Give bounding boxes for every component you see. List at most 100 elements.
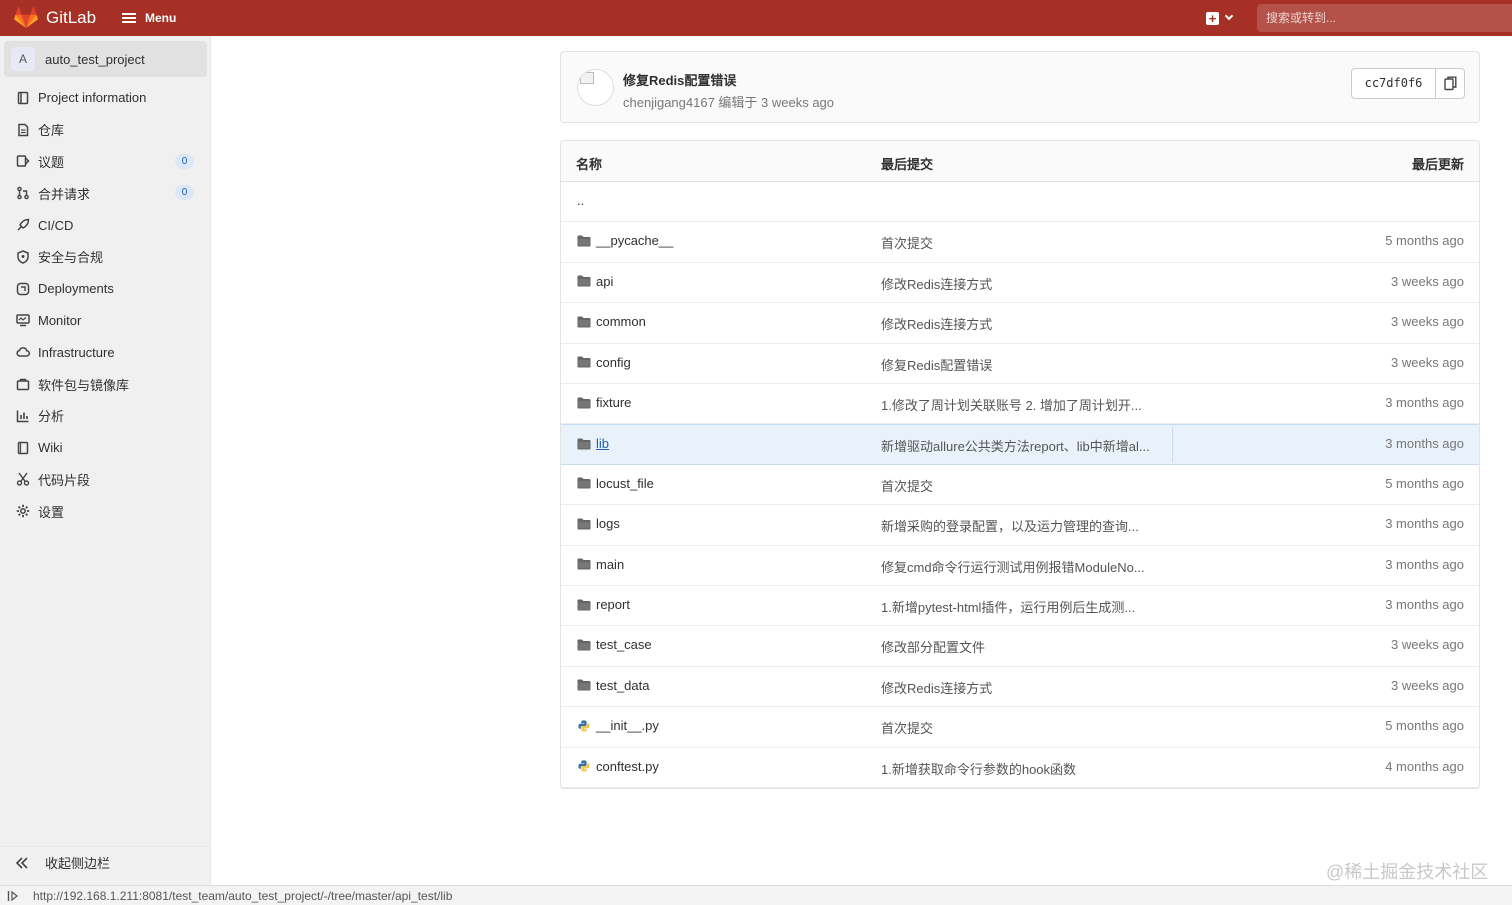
commit-sha-link[interactable]: cc7df0f6 [1352, 69, 1436, 98]
info-book-icon [16, 91, 30, 105]
last-commit-link[interactable]: 1.修改了周计划关联账号 2. 增加了周计划开... [881, 395, 1142, 414]
folder-icon [577, 397, 591, 408]
chevron-down-icon [1224, 11, 1234, 21]
parent-directory-link[interactable]: .. [577, 193, 584, 208]
sidebar-item-label: Wiki [38, 440, 63, 456]
sidebar-nav: Project information 仓库 议题 0 合并请求 0 CI/CD… [0, 82, 211, 527]
folder-link[interactable]: main [577, 557, 624, 572]
monitor-icon [16, 313, 30, 327]
sidebar-item-deployments[interactable]: Deployments [0, 273, 211, 305]
sidebar-item-label: 设置 [38, 504, 65, 520]
sidebar-item-issues[interactable]: 议题 0 [0, 146, 211, 178]
last-commit-link[interactable]: 首次提交 [881, 476, 933, 495]
table-row[interactable]: fixture 1.修改了周计划关联账号 2. 增加了周计划开... 3 month… [561, 384, 1479, 425]
plus-square-icon: + [1206, 11, 1219, 25]
collapse-sidebar-button[interactable]: 收起侧边栏 [0, 846, 211, 878]
entry-name: api [596, 273, 614, 289]
folder-link[interactable]: locust_file [577, 476, 654, 491]
last-update-time: 5 months ago [1385, 233, 1464, 249]
folder-icon [577, 477, 591, 489]
search-input[interactable]: 搜索或转到... [1257, 4, 1512, 32]
folder-link[interactable]: __pycache__ [577, 233, 673, 248]
menu-button[interactable]: Menu [122, 8, 176, 28]
sidebar-item-label: 分析 [38, 409, 65, 425]
rocket-icon [16, 218, 30, 232]
brand-name: GitLab [46, 8, 97, 27]
folder-link[interactable]: test_data [577, 678, 650, 693]
table-row[interactable]: report 1.新增pytest-html插件，运行用例后生成测... 3 mon… [561, 586, 1479, 627]
sidebar-item-packages[interactable]: 软件包与镜像库 [0, 368, 211, 400]
parent-directory-row[interactable]: .. [561, 182, 1479, 223]
folder-link[interactable]: fixture [577, 395, 631, 410]
deployments-icon [16, 282, 30, 296]
folder-link[interactable]: config [577, 355, 631, 370]
last-commit-link[interactable]: 首次提交 [881, 233, 933, 252]
sidebar-project-header[interactable]: A auto_test_project [4, 41, 207, 77]
sidebar-item-security[interactable]: 安全与合规 [0, 241, 211, 273]
last-commit-panel: 修复Redis配置错误 chenjigang4167 编辑于 3 weeks a… [560, 51, 1480, 123]
folder-link[interactable]: report [577, 597, 630, 612]
sidebar-item-label: Monitor [38, 312, 82, 328]
table-row[interactable]: common 修改Redis连接方式 3 weeks ago [561, 303, 1479, 344]
file-link[interactable]: conftest.py [577, 759, 659, 774]
last-commit-link[interactable]: 修改部分配置文件 [881, 637, 985, 656]
sidebar-item-merge-requests[interactable]: 合并请求 0 [0, 177, 211, 209]
status-url: http://192.168.1.211:8081/test_team/auto… [33, 888, 453, 903]
new-dropdown-button[interactable]: + [1206, 10, 1234, 26]
sidebar-item-repository[interactable]: 仓库 [0, 114, 211, 146]
sidebar-item-label: Project information [38, 90, 147, 106]
table-row[interactable]: config 修复Redis配置错误 3 weeks ago [561, 344, 1479, 384]
folder-link[interactable]: logs [577, 516, 620, 531]
sidebar-item-snippets[interactable]: 代码片段 [0, 464, 211, 496]
sidebar-item-settings[interactable]: 设置 [0, 495, 211, 527]
table-row[interactable]: locust_file 首次提交 5 months ago [561, 465, 1479, 506]
last-commit-link[interactable]: 修改Redis连接方式 [881, 314, 992, 333]
table-row[interactable]: api 修改Redis连接方式 3 weeks ago [561, 263, 1479, 304]
sidebar-item-label: 仓库 [38, 123, 65, 139]
sidebar-item-project-information[interactable]: Project information [0, 82, 211, 114]
sidebar-item-ci-cd[interactable]: CI/CD [0, 209, 211, 241]
sidebar-item-label: Infrastructure [38, 344, 115, 360]
folder-link[interactable]: api [577, 274, 613, 289]
sidebar-item-analytics[interactable]: 分析 [0, 400, 211, 432]
file-link[interactable]: __init__.py [577, 718, 659, 733]
last-commit-link[interactable]: 首次提交 [881, 718, 933, 737]
last-commit-link[interactable]: 新增驱动allure公共类方法report、lib中新增al... [881, 436, 1150, 455]
python-file-icon [578, 720, 590, 732]
last-commit-link[interactable]: 1.新增pytest-html插件，运行用例后生成测... [881, 597, 1135, 616]
last-update-time: 5 months ago [1385, 475, 1464, 491]
table-row[interactable]: lib 新增驱动allure公共类方法report、lib中新增al... 3 mo… [561, 424, 1479, 465]
table-header: 名称 最后提交 最后更新 [561, 141, 1479, 182]
last-commit-link[interactable]: 新增采购的登录配置，以及运力管理的查询... [881, 516, 1139, 535]
commit-title-link[interactable]: 修复Redis配置错误 [623, 70, 736, 89]
gitlab-logo-link[interactable]: GitLab [14, 6, 96, 30]
table-row[interactable]: __pycache__ 首次提交 5 months ago [561, 222, 1479, 263]
sidebar-item-infrastructure[interactable]: Infrastructure [0, 336, 211, 368]
entry-name: fixture [596, 395, 632, 410]
browser-status-bar: http://192.168.1.211:8081/test_team/auto… [0, 885, 1512, 905]
commit-author-avatar[interactable] [577, 69, 614, 106]
last-update-time: 3 weeks ago [1391, 677, 1464, 693]
project-name: auto_test_project [45, 51, 145, 67]
last-commit-link[interactable]: 修复cmd命令行运行测试用例报错ModuleNo... [881, 557, 1145, 576]
folder-link[interactable]: lib [577, 436, 609, 451]
table-row[interactable]: logs 新增采购的登录配置，以及运力管理的查询... 3 months ago [561, 505, 1479, 546]
last-commit-link[interactable]: 修改Redis连接方式 [881, 678, 992, 697]
last-commit-link[interactable]: 1.新增获取命令行参数的hook函数 [881, 759, 1076, 778]
last-commit-link[interactable]: 修改Redis连接方式 [881, 274, 992, 293]
sidebar-item-monitor[interactable]: Monitor [0, 305, 211, 337]
folder-link[interactable]: common [577, 314, 646, 329]
column-header-name: 名称 [576, 157, 603, 172]
sidebar-item-wiki[interactable]: Wiki [0, 432, 211, 464]
copy-sha-button[interactable] [1436, 69, 1464, 98]
folder-icon [577, 235, 591, 247]
table-row[interactable]: __init__.py 首次提交 5 months ago [561, 707, 1479, 748]
table-row[interactable]: main 修复cmd命令行运行测试用例报错ModuleNo... 3 months … [561, 546, 1479, 586]
table-row[interactable]: conftest.py 1.新增获取命令行参数的hook函数 4 months ag… [561, 748, 1479, 788]
last-commit-link[interactable]: 修复Redis配置错误 [881, 355, 992, 374]
table-row[interactable]: test_case 修改部分配置文件 3 weeks ago [561, 626, 1479, 667]
table-row[interactable]: test_data 修改Redis连接方式 3 weeks ago [561, 667, 1479, 708]
folder-link[interactable]: test_case [577, 637, 652, 652]
sidebar-item-label: 安全与合规 [38, 250, 104, 266]
entry-name: config [596, 354, 631, 370]
